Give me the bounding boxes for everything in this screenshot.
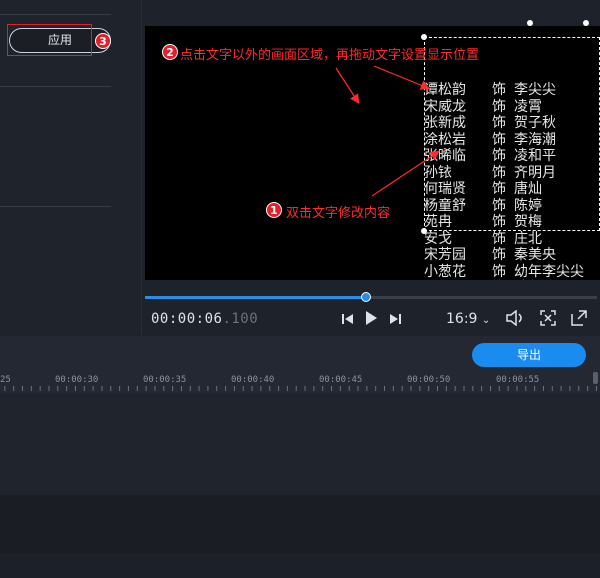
ruler-label: 00:00:30 [55,375,99,385]
progress-fill [145,296,367,299]
timeline-track[interactable] [0,495,600,553]
ruler-label: 00:00:45 [319,375,363,385]
scrollbar[interactable] [593,372,598,384]
fit-screen-icon[interactable] [540,310,556,330]
ruler-label: 00:00:50 [407,375,451,385]
aspect-ratio-label: 16:9 [446,311,478,327]
timecode: 00:00:06.100 [151,311,258,327]
play-icon[interactable] [364,310,378,330]
aspect-ratio-select[interactable]: 16:9 ⌄ [446,311,490,327]
timeline-track[interactable] [0,395,600,495]
fullscreen-icon[interactable] [571,310,587,330]
export-button[interactable]: 导出 [472,343,586,367]
arrow [373,65,431,90]
skip-back-icon[interactable] [341,311,355,330]
ruler-label: 25 [0,375,11,385]
skip-forward-icon[interactable] [388,311,402,330]
arrow [371,150,440,197]
ruler-label: 00:00:55 [496,375,540,385]
volume-icon[interactable] [506,309,524,330]
timecode-ms: .100 [222,311,259,327]
arrow [335,67,360,105]
timecode-main: 00:00:06 [151,311,223,327]
ruler-label: 00:00:35 [143,375,187,385]
ruler-label: 00:00:40 [231,375,275,385]
chevron-down-icon: ⌄ [481,315,491,326]
